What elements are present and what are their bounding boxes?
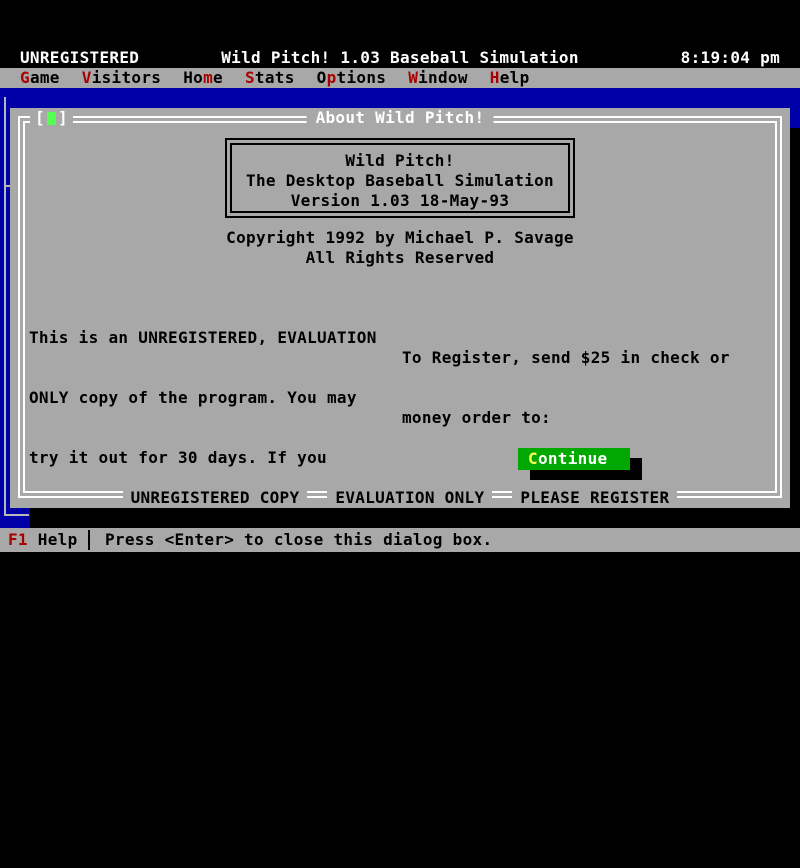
menu-item-window[interactable]: Window: [408, 68, 468, 88]
dialog-shadow-right: [790, 128, 800, 528]
close-icon: [47, 112, 56, 125]
scoreboard-left-frame: [4, 97, 6, 516]
title-bar: UNREGISTERED Wild Pitch! 1.03 Baseball S…: [0, 48, 800, 68]
footer-evaluation: EVALUATION ONLY: [327, 488, 492, 508]
menu-bar: Game Visitors Home Stats Options Window …: [0, 68, 800, 88]
menu-item-options[interactable]: Options: [317, 68, 387, 88]
footer-register: PLEASE REGISTER: [512, 488, 677, 508]
footer-unregistered: UNREGISTERED COPY: [123, 488, 308, 508]
screen: UNREGISTERED Wild Pitch! 1.03 Baseball S…: [0, 0, 800, 600]
status-bar: F1 Help Press <Enter> to close this dial…: [0, 528, 800, 552]
close-button[interactable]: []: [30, 108, 73, 128]
dialog-footer: UNREGISTERED COPY EVALUATION ONLY PLEASE…: [10, 488, 790, 508]
scoreboard-bottom-frame: [4, 514, 30, 516]
continue-button[interactable]: Continue: [518, 448, 630, 470]
about-line-3: Version 1.03 18-May-93: [232, 191, 568, 211]
app-title: Wild Pitch! 1.03 Baseball Simulation: [221, 48, 579, 68]
about-line-1: Wild Pitch!: [232, 151, 568, 171]
menu-item-visitors[interactable]: Visitors: [82, 68, 161, 88]
about-dialog: [] About Wild Pitch! Wild Pitch! The Des…: [10, 108, 790, 508]
registration-status: UNREGISTERED: [20, 48, 139, 68]
about-line-2: The Desktop Baseball Simulation: [232, 171, 568, 191]
f1-help-shortcut[interactable]: F1 Help: [8, 528, 78, 552]
menu-item-game[interactable]: Game: [20, 68, 60, 88]
clock: 8:19:04 pm: [681, 48, 780, 68]
about-info-box: Wild Pitch! The Desktop Baseball Simulat…: [225, 138, 575, 218]
evaluation-notice: This is an UNREGISTERED, EVALUATION ONLY…: [29, 288, 377, 868]
status-separator: [88, 530, 90, 550]
desktop: Scoreboard 1 Lineup Cards 2 [] About Wil…: [0, 88, 800, 528]
status-message: Press <Enter> to close this dialog box.: [105, 528, 492, 552]
menu-item-stats[interactable]: Stats: [245, 68, 295, 88]
copyright-text: Copyright 1992 by Michael P. Savage All …: [10, 228, 790, 268]
register-address-2: PO Box 536, Glen Ridge, NJ 07028: [402, 588, 740, 608]
dialog-title: About Wild Pitch!: [307, 108, 494, 128]
menu-item-help[interactable]: Help: [490, 68, 530, 88]
menu-item-home[interactable]: Home: [183, 68, 223, 88]
